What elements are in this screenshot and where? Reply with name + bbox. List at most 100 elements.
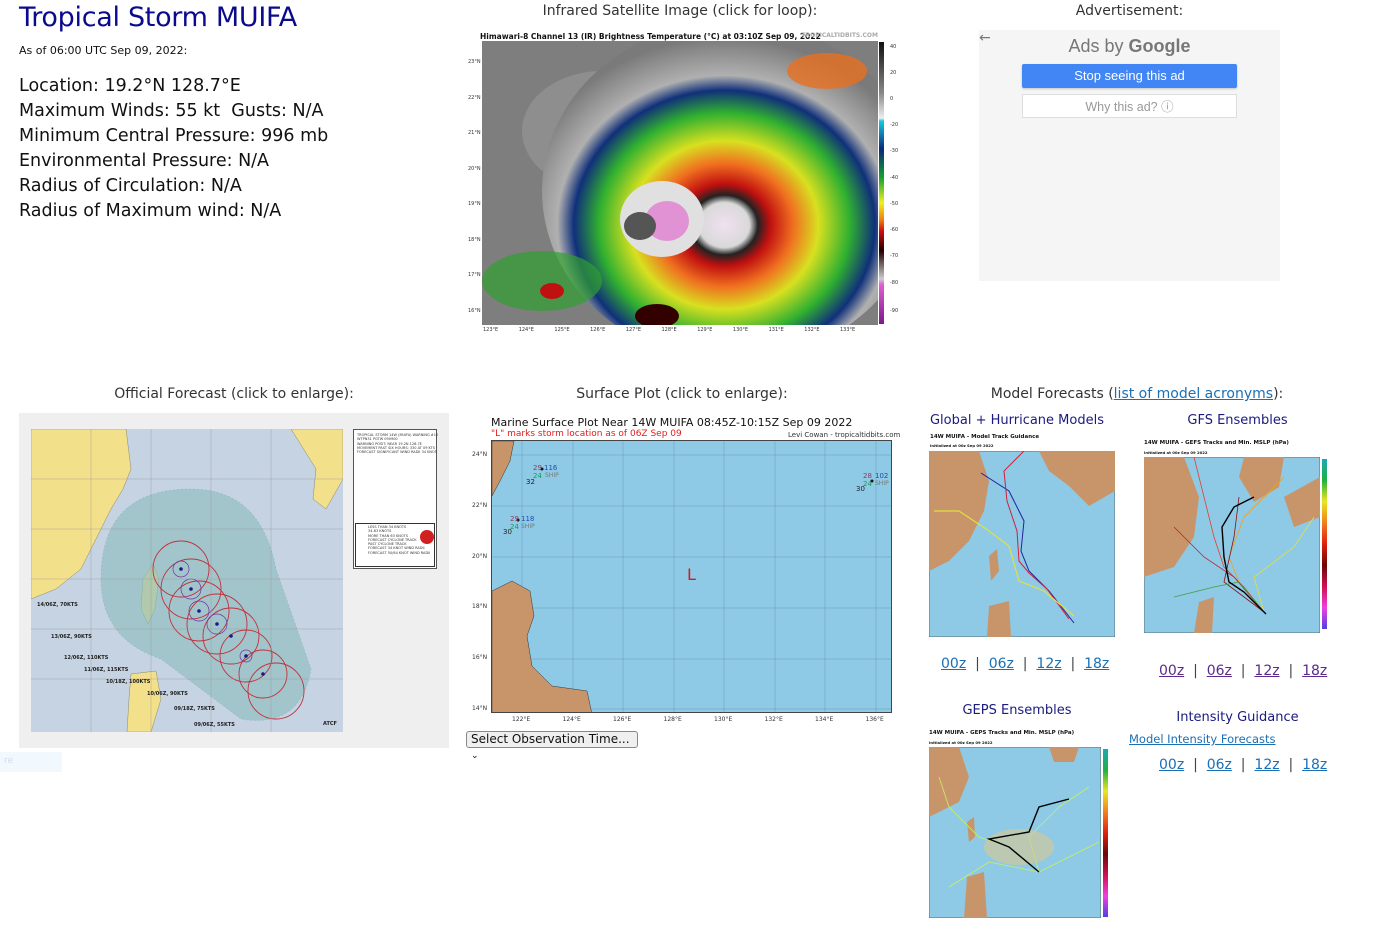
lat-tick-label: 22°N — [472, 501, 488, 509]
run-link-06z[interactable]: 06z — [1207, 757, 1232, 773]
model-acronyms-link[interactable]: list of model acronyms — [1114, 386, 1273, 402]
lon-tick-label: 128°E — [661, 327, 677, 333]
gfs-caption: 14W MUIFA - GEFS Tracks and Min. MSLP (h… — [1144, 440, 1289, 446]
surface-plot-image-link[interactable]: 29 116 24 SHIP 32 29 118 24 SHIP 30 28 1… — [491, 440, 892, 713]
global-run-links: 00z | 06z | 12z | 18z — [941, 656, 1109, 672]
station-type: SHIP — [521, 523, 535, 530]
satellite-image-link[interactable]: Himawari-8 Channel 13 (IR) Brightness Te… — [468, 32, 900, 338]
agency-label: ATCF — [323, 721, 337, 727]
lon-tick-label: 130°E — [732, 327, 749, 333]
gfs-colorbar — [1322, 459, 1327, 629]
station-sst: 30 — [503, 528, 512, 536]
satellite-brand: TROPICALTIDBITS.COM — [801, 32, 878, 39]
forecast-point-label: 13/06Z, 90KTS — [51, 634, 92, 640]
lat-tick-label: 18°N — [472, 603, 488, 611]
station-temp: 29 — [510, 515, 519, 523]
separator: | — [1193, 757, 1198, 773]
run-link-12z[interactable]: 12z — [1254, 663, 1279, 679]
lat-tick-label: 24°N — [472, 451, 488, 458]
lat-tick-label: 14°N — [472, 705, 488, 712]
ads-by-label: Ads by — [1068, 36, 1124, 56]
colorbar-label: 40 — [890, 44, 897, 50]
run-link-06z[interactable]: 06z — [989, 656, 1014, 672]
storm-radius-circulation: Radius of Circulation: N/A — [19, 176, 242, 196]
colorbar-label: -80 — [890, 280, 899, 286]
colorbar-label: -20 — [890, 122, 899, 128]
intensity-guidance-title: Intensity Guidance — [1176, 710, 1299, 725]
gfs-ensembles-image-link[interactable]: 14W MUIFA - GEFS Tracks and Min. MSLP (h… — [1142, 440, 1332, 636]
lon-tick-label: 132°E — [764, 716, 783, 723]
run-link-12z[interactable]: 12z — [1036, 656, 1061, 672]
separator: | — [1022, 656, 1028, 672]
lat-tick-label: 21°N — [468, 130, 481, 136]
ghost-banner: re — [0, 752, 62, 772]
lat-tick-label: 20°N — [472, 552, 488, 560]
geps-ensembles-title: GEPS Ensembles — [962, 703, 1072, 718]
storm-location: Location: 19.2°N 128.7°E — [19, 76, 241, 96]
lon-tick-label: 127°E — [625, 327, 641, 333]
lat-tick-label: 20°N — [468, 165, 481, 172]
why-this-ad-button[interactable]: Why this ad? ⓘ — [1022, 94, 1237, 118]
model-forecasts-title: Model Forecasts (list of model acronyms)… — [912, 386, 1362, 402]
forecast-point-label: 12/06Z, 110KTS — [64, 655, 109, 661]
lon-tick-label: 131°E — [768, 327, 784, 333]
chevron-down-icon: ⌄ — [471, 751, 479, 761]
geps-ensembles-image-link[interactable]: 14W MUIFA - GEPS Tracks and Min. MSLP (h… — [927, 730, 1117, 920]
storm-radius-max-wind: Radius of Maximum wind: N/A — [19, 201, 282, 221]
surface-plot-title: Surface Plot (click to enlarge): — [576, 386, 788, 402]
ad-container: ← Ads by Google Stop seeing this ad Why … — [979, 30, 1280, 281]
run-link-12z[interactable]: 12z — [1254, 757, 1279, 773]
lon-tick-label: 125°E — [554, 327, 570, 333]
forecast-point-label: 10/18Z, 100KTS — [106, 679, 151, 685]
storm-location-marker: L — [687, 565, 696, 584]
separator: | — [1240, 757, 1246, 773]
gfs-subcaption: Initialized at 00z Sep 09 2022 — [1144, 450, 1208, 455]
separator: | — [975, 656, 980, 672]
storm-title: Tropical Storm MUIFA — [19, 2, 297, 33]
station-sst: 32 — [526, 478, 535, 486]
forecast-point-label: 09/18Z, 75KTS — [174, 706, 215, 712]
gfs-ensembles-title: GFS Ensembles — [1187, 413, 1288, 428]
lon-tick-label: 124°E — [562, 716, 581, 723]
lat-tick-label: 19°N — [468, 201, 481, 207]
run-link-18z[interactable]: 18z — [1302, 757, 1327, 773]
lon-tick-label: 128°E — [663, 716, 682, 723]
separator: | — [1193, 663, 1198, 679]
ad-section-title: Advertisement: — [1075, 3, 1184, 19]
lon-tick-label: 129°E — [697, 327, 713, 333]
run-link-00z[interactable]: 00z — [1159, 663, 1184, 679]
lat-tick-label: 16°N — [472, 654, 488, 662]
storm-max-winds: Maximum Winds: 55 kt Gusts: N/A — [19, 101, 324, 121]
observation-time-select[interactable]: Select Observation Time... ⌄ — [466, 731, 638, 761]
global-models-caption: 14W MUIFA - Model Track Guidance — [930, 434, 1040, 440]
run-link-18z[interactable]: 18z — [1084, 656, 1109, 672]
separator: | — [1240, 663, 1246, 679]
colorbar-label: -90 — [890, 308, 899, 314]
run-link-00z[interactable]: 00z — [941, 656, 966, 672]
station-pressure: 102 — [875, 472, 889, 480]
model-title-suffix: ): — [1273, 386, 1284, 402]
as-of-timestamp: As of 06:00 UTC Sep 09, 2022: — [19, 44, 188, 57]
forecast-point-label: 09/06Z, 55KTS — [194, 722, 235, 728]
official-forecast-title: Official Forecast (click to enlarge): — [114, 386, 354, 402]
run-link-06z[interactable]: 06z — [1207, 663, 1232, 679]
legend-header-text: TROPICAL STORM 14W (MUIFA) WARNING #12 W… — [357, 433, 439, 455]
lon-tick-label: 133°E — [840, 327, 856, 333]
official-forecast-image-link[interactable]: 14/06Z, 70KTS 13/06Z, 90KTS 12/06Z, 110K… — [19, 413, 449, 748]
colorbar-label: -70 — [890, 253, 899, 259]
stop-seeing-ad-button[interactable]: Stop seeing this ad — [1022, 64, 1237, 88]
ads-by-google: Ads by Google — [979, 36, 1280, 57]
lon-tick-label: 134°E — [815, 716, 834, 723]
surface-plot-credit: Levi Cowan - tropicaltidbits.com — [788, 431, 901, 439]
lon-tick-label: 126°E — [613, 716, 632, 723]
global-models-subcaption: Initialized at 00z Sep 09 2022 — [930, 443, 994, 448]
run-link-18z[interactable]: 18z — [1302, 663, 1327, 679]
intensity-run-links: 00z | 06z | 12z | 18z — [1159, 757, 1327, 773]
colorbar-label: -40 — [890, 175, 899, 181]
geps-colorbar — [1103, 749, 1108, 917]
model-intensity-forecasts-link[interactable]: Model Intensity Forecasts — [1129, 732, 1276, 746]
station-sst: 30 — [856, 485, 865, 493]
separator: | — [1288, 663, 1294, 679]
run-link-00z[interactable]: 00z — [1159, 757, 1184, 773]
global-models-image-link[interactable]: 14W MUIFA - Model Track Guidance Initial… — [928, 434, 1118, 638]
